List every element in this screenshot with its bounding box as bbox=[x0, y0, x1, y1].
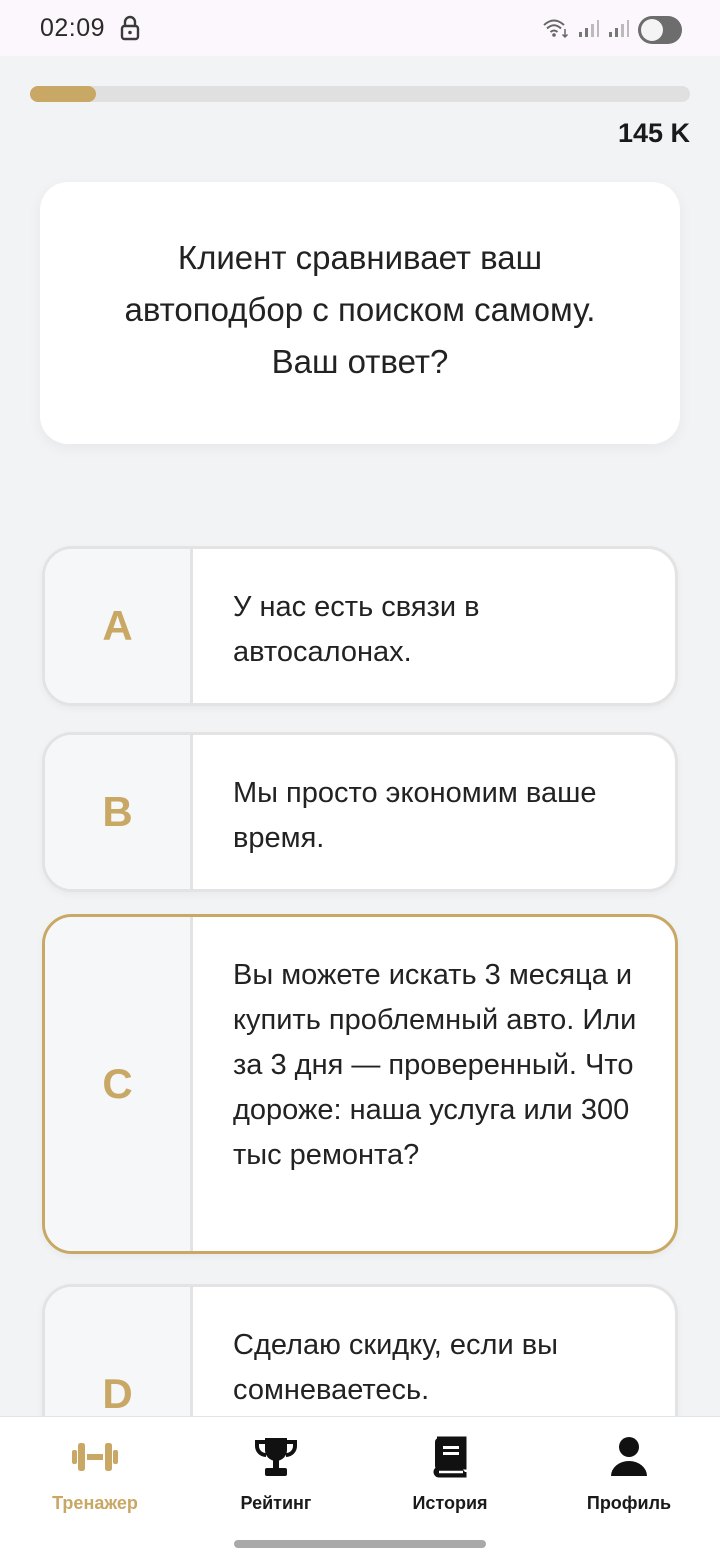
nav-item-history[interactable]: История bbox=[360, 1435, 540, 1514]
answer-text: У нас есть связи в автосалонах. bbox=[233, 591, 480, 668]
home-indicator[interactable] bbox=[234, 1540, 486, 1548]
answer-letter: A bbox=[45, 549, 193, 703]
book-icon bbox=[425, 1435, 475, 1479]
battery-icon bbox=[638, 16, 682, 44]
status-time: 02:09 bbox=[40, 13, 106, 42]
signal-icon bbox=[578, 17, 600, 44]
person-icon bbox=[604, 1435, 654, 1479]
answer-text: Мы просто экономим ваше время. bbox=[233, 777, 597, 854]
lock-icon bbox=[119, 15, 141, 41]
status-bar: 02:09 bbox=[0, 0, 720, 56]
progress-fill bbox=[30, 86, 96, 102]
nav-label: Рейтинг bbox=[240, 1493, 312, 1513]
answer-letter: B bbox=[45, 735, 193, 889]
question-card: Клиент сравнивает ваш автоподбор с поиск… bbox=[40, 182, 680, 444]
nav-item-trainer[interactable]: Тренажер bbox=[5, 1435, 185, 1514]
trophy-icon bbox=[251, 1435, 301, 1479]
nav-label: Тренажер bbox=[52, 1493, 138, 1513]
progress-bar bbox=[30, 86, 690, 102]
answer-option-a[interactable]: A У нас есть связи в автосалонах. bbox=[42, 546, 678, 706]
answer-option-b[interactable]: B Мы просто экономим ваше время. bbox=[42, 732, 678, 892]
question-text: Клиент сравнивает ваш автоподбор с поиск… bbox=[124, 239, 596, 380]
score-counter: 145 K bbox=[617, 118, 690, 148]
nav-label: История bbox=[412, 1493, 488, 1513]
bottom-navigation: Тренажер Рейтинг История Профиль bbox=[0, 1416, 720, 1560]
nav-item-profile[interactable]: Профиль bbox=[539, 1435, 719, 1514]
answer-text: Вы можете искать 3 месяца и купить пробл… bbox=[233, 959, 637, 1171]
nav-label: Профиль bbox=[586, 1493, 672, 1513]
dumbbell-icon bbox=[70, 1435, 120, 1479]
nav-item-rating[interactable]: Рейтинг bbox=[186, 1435, 366, 1514]
answer-option-c[interactable]: C Вы можете искать 3 месяца и купить про… bbox=[42, 914, 678, 1254]
status-icons bbox=[542, 16, 682, 44]
signal-icon-2 bbox=[608, 17, 630, 44]
answer-letter: C bbox=[45, 917, 193, 1251]
wifi-icon bbox=[542, 17, 570, 44]
